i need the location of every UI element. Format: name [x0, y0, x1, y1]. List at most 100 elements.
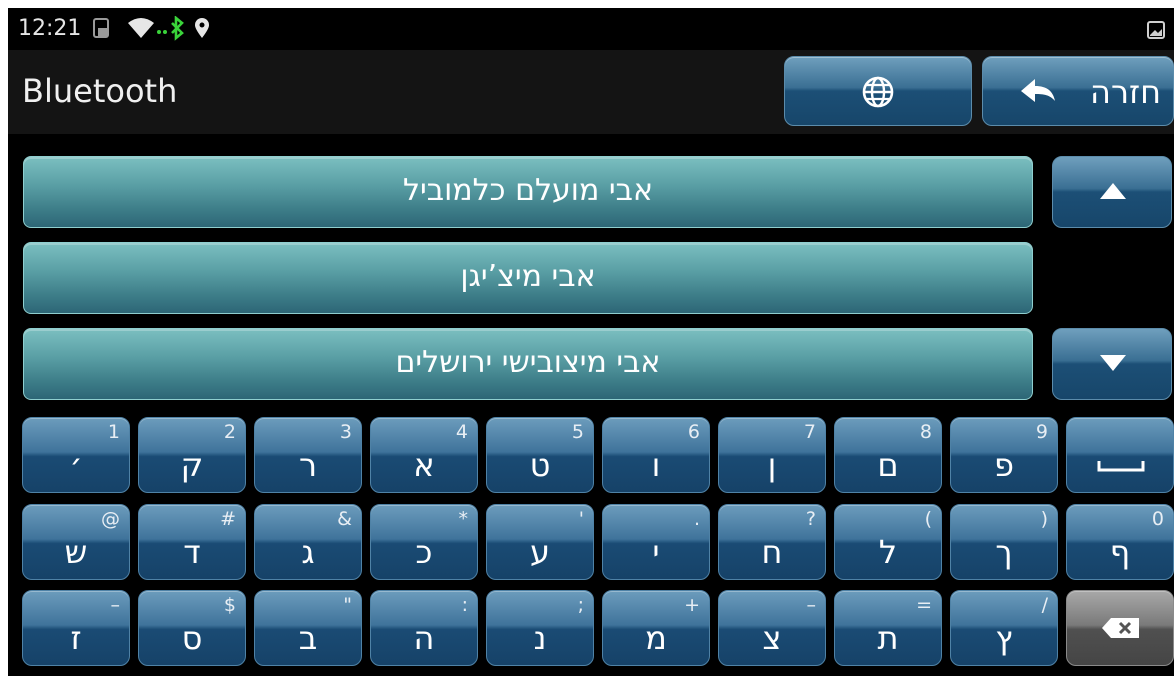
key-label: ב [298, 619, 318, 657]
keyboard-key[interactable]: כ * [370, 504, 478, 580]
list-item[interactable]: אבי מועלם כלמוביל [23, 156, 1033, 228]
back-button-label: חזרה [1090, 73, 1161, 111]
keyboard-key[interactable]: ך) [950, 504, 1058, 580]
keyboard-key[interactable]: צ – [718, 590, 826, 666]
key-label: י [652, 533, 660, 571]
key-secondary-label: – [806, 594, 817, 616]
keyboard-key[interactable]: נ; [486, 590, 594, 666]
status-bar: 12:21 [8, 8, 1174, 50]
keyboard-key[interactable]: ע ' [486, 504, 594, 580]
key-secondary-label: 5 [571, 421, 584, 443]
key-secondary-label: / [1041, 594, 1048, 616]
key-secondary-label: . [693, 508, 700, 530]
keyboard-key[interactable]: ם8 [834, 417, 942, 493]
wifi-icon [126, 16, 156, 44]
keyboard-key[interactable]: ג & [254, 504, 362, 580]
key-secondary-label: 6 [687, 421, 700, 443]
key-label: ץ [995, 619, 1013, 657]
language-button[interactable] [784, 56, 972, 126]
keyboard-key[interactable]: ס $ [138, 590, 246, 666]
scroll-down-button[interactable] [1052, 328, 1172, 400]
keyboard-key[interactable]: ש @ [22, 504, 130, 580]
scroll-up-button[interactable] [1052, 156, 1172, 228]
space-icon [1097, 458, 1145, 477]
key-label: א [413, 446, 435, 484]
key-secondary-label: * [458, 508, 469, 530]
key-secondary-label: @ [101, 508, 120, 530]
keyboard-key[interactable]: מ + [602, 590, 710, 666]
keyboard-key[interactable]: ת = [834, 590, 942, 666]
list-item[interactable]: אבי מיצ’יגן [23, 242, 1033, 314]
keyboard-key[interactable]: ז – [22, 590, 130, 666]
key-secondary-label: # [220, 508, 236, 530]
key-label: כ [415, 533, 433, 571]
on-screen-keyboard: ׳ 1 ק 2 ר 3 א 4 ט 5 ו 6 ן 7 ם 8 פ 9 ש @ ד # ג & כ * ע ' י. ח? ל(ך) ף 0 ז –… [8, 414, 1174, 676]
key-secondary-label: 7 [803, 421, 816, 443]
key-secondary-label: – [110, 594, 121, 616]
key-label: ה [413, 619, 435, 657]
space-key[interactable] [1066, 417, 1174, 493]
backspace-icon [1101, 616, 1141, 644]
key-secondary-label: 8 [919, 421, 932, 443]
list-item-label: אבי מועלם כלמוביל [402, 173, 654, 208]
key-secondary-label: ' [578, 508, 584, 530]
location-icon [192, 16, 212, 44]
key-label: ת [877, 619, 899, 657]
key-secondary-label: ) [1040, 508, 1048, 530]
keyboard-key[interactable]: ט5 [486, 417, 594, 493]
key-label: ד [183, 533, 201, 571]
screen: 12:21 Bluetooth חזרה אבי מועלם כלמוביל א… [8, 8, 1174, 676]
keyboard-key[interactable]: ה: [370, 590, 478, 666]
key-label: ג [301, 533, 315, 571]
key-secondary-label: $ [223, 594, 236, 616]
keyboard-key[interactable]: ד # [138, 504, 246, 580]
back-button[interactable]: חזרה [982, 56, 1174, 126]
list-item-label: אבי מיצ’יגן [460, 259, 596, 294]
key-label: ק [180, 446, 204, 484]
key-secondary-label: : [461, 594, 468, 616]
key-label: ש [64, 533, 88, 571]
page-title: Bluetooth [22, 72, 178, 110]
key-secondary-label: 9 [1035, 421, 1048, 443]
key-secondary-label: ; [577, 594, 584, 616]
key-label: ע [529, 533, 551, 571]
sim-icon [90, 16, 114, 44]
triangle-up-icon [1100, 183, 1126, 199]
key-label: פ [994, 446, 1014, 484]
key-secondary-label: = [916, 594, 932, 616]
keyboard-key[interactable]: א4 [370, 417, 478, 493]
key-secondary-label: " [343, 594, 352, 616]
device-list: אבי מועלם כלמוביל אבי מיצ’יגן אבי מיצובי… [8, 134, 1174, 414]
key-label: ט [529, 446, 551, 484]
list-item[interactable]: אבי מיצובישי ירושלים [23, 328, 1033, 400]
key-label: ו [651, 446, 661, 484]
backspace-key[interactable] [1066, 590, 1174, 666]
key-label: ך [995, 533, 1013, 571]
key-label: ז [70, 619, 82, 657]
keyboard-key[interactable]: ץ / [950, 590, 1058, 666]
keyboard-key[interactable]: ׳ 1 [22, 417, 130, 493]
keyboard-key[interactable]: ן7 [718, 417, 826, 493]
keyboard-key[interactable]: ף0 [1066, 504, 1174, 580]
keyboard-key[interactable]: ק2 [138, 417, 246, 493]
key-label: ן [767, 446, 777, 484]
keyboard-key[interactable]: י. [602, 504, 710, 580]
keyboard-key[interactable]: ב " [254, 590, 362, 666]
key-secondary-label: 1 [107, 421, 120, 443]
keyboard-key[interactable]: ו6 [602, 417, 710, 493]
key-label: צ [762, 619, 782, 657]
key-label: ס [181, 619, 203, 657]
key-secondary-label: ( [924, 508, 932, 530]
key-secondary-label: 4 [455, 421, 468, 443]
keyboard-key[interactable]: ל( [834, 504, 942, 580]
key-secondary-label: 0 [1151, 508, 1164, 530]
key-secondary-label: & [337, 508, 352, 530]
keyboard-key[interactable]: ח? [718, 504, 826, 580]
bluetooth-icon [156, 15, 186, 46]
key-label: מ [645, 619, 667, 657]
key-label: נ [533, 619, 547, 657]
keyboard-key[interactable]: ר3 [254, 417, 362, 493]
list-item-label: אבי מיצובישי ירושלים [395, 345, 661, 380]
key-secondary-label: 2 [223, 421, 236, 443]
keyboard-key[interactable]: פ9 [950, 417, 1058, 493]
